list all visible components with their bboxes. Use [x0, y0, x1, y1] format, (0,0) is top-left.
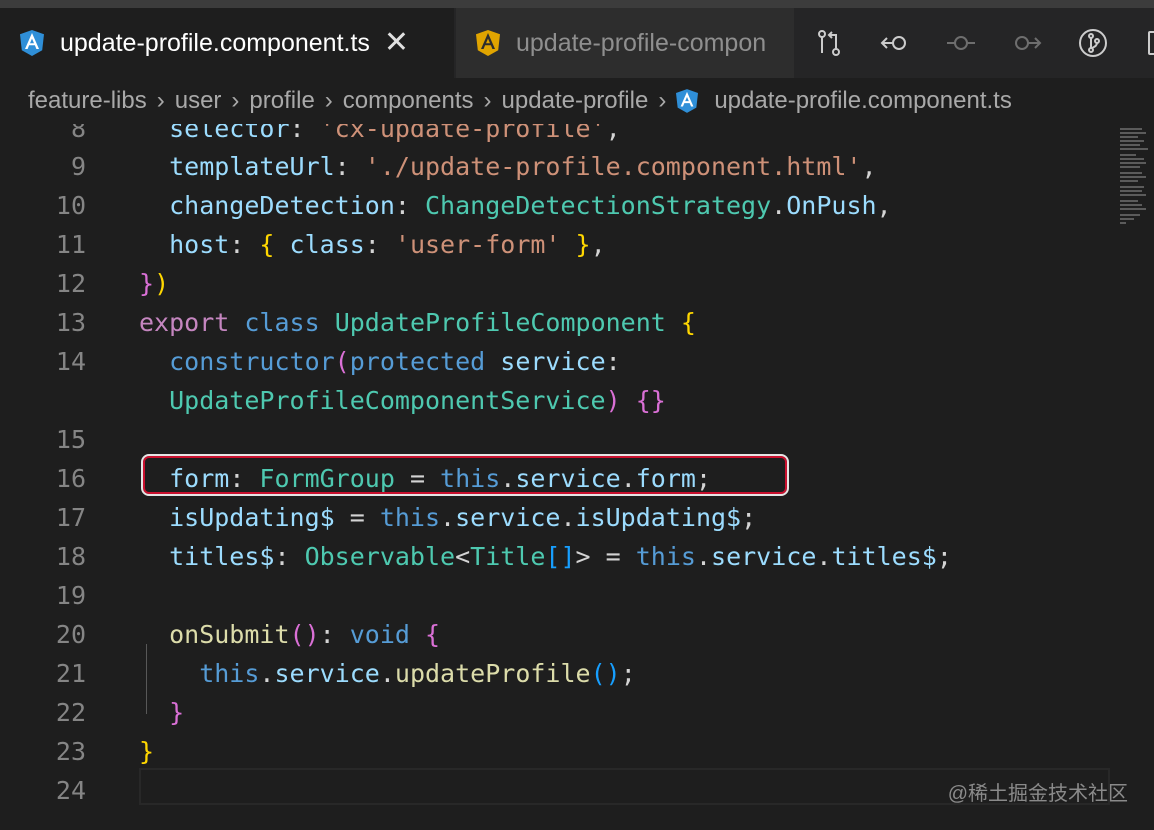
git-graph-icon: [1079, 29, 1107, 57]
code-text: titles$: Observable<Title[]> = this.serv…: [139, 542, 952, 571]
tab-label: update-profile.component.ts: [60, 28, 370, 57]
breadcrumb: feature-libs › user › profile › componen…: [0, 78, 1154, 124]
indent-guide: [146, 644, 147, 714]
annotation-highlight-box: [141, 454, 789, 496]
code-text: changeDetection: ChangeDetectionStrategy…: [139, 191, 892, 220]
code-line: 18 titles$: Observable<Title[]> = this.s…: [0, 537, 1110, 576]
code-line: 23 }: [0, 732, 1110, 771]
line-number: 18: [55, 542, 86, 571]
line-number: 14: [55, 347, 86, 376]
code-line-wrapped: UpdateProfileComponentService) {}: [0, 381, 1110, 420]
line-number: 19: [55, 581, 86, 610]
breadcrumb-item-update-profile[interactable]: update-profile: [502, 87, 649, 115]
code-text: host: { class: 'user-form' },: [139, 230, 606, 259]
code-text: }): [139, 269, 170, 298]
tab-label: update-profile-compon: [516, 28, 767, 57]
chevron-right-icon: ›: [324, 87, 333, 114]
code-text: onSubmit(): void {: [139, 620, 441, 649]
code-line: 20 onSubmit(): void {: [0, 615, 1110, 654]
line-number: 24: [55, 776, 86, 805]
code-line: 22 }: [0, 693, 1110, 732]
split-editor-icon: [1148, 31, 1154, 55]
code-text: isUpdating$ = this.service.isUpdating$;: [139, 503, 757, 532]
line-number: 15: [55, 425, 86, 454]
chevron-right-icon: ›: [483, 87, 492, 114]
line-number: 12: [55, 269, 86, 298]
compare-changes-button[interactable]: [796, 8, 862, 78]
commit-icon: [947, 36, 975, 50]
chevron-right-icon: ›: [156, 87, 165, 114]
tab-update-profile-component-ts[interactable]: update-profile.component.ts ✕: [0, 8, 455, 78]
code-text: constructor(protected service:: [139, 347, 621, 376]
minimap[interactable]: [1110, 124, 1154, 830]
go-back-button[interactable]: [862, 8, 928, 78]
code-line: 10 changeDetection: ChangeDetectionStrat…: [0, 186, 1110, 225]
code-line: 11 host: { class: 'user-form' },: [0, 225, 1110, 264]
code-line: 21 this.service.updateProfile();: [0, 654, 1110, 693]
go-forward-button[interactable]: [994, 8, 1060, 78]
code-line: 9 templateUrl: './update-profile.compone…: [0, 147, 1110, 186]
code-text: this.service.updateProfile();: [139, 659, 636, 688]
go-forward-icon: [1015, 36, 1042, 50]
breadcrumb-item-feature-libs[interactable]: feature-libs: [28, 87, 147, 115]
code-line: 8 selector: 'cx-update-profile',: [0, 124, 1110, 148]
title-bar: [0, 0, 1154, 8]
tab-update-profile-component-html[interactable]: update-profile-compon: [456, 8, 794, 78]
breadcrumb-item-components[interactable]: components: [343, 87, 474, 115]
code-line: 19: [0, 576, 1110, 615]
compare-changes-icon: [818, 30, 840, 56]
code-editor[interactable]: 8 selector: 'cx-update-profile', 9 templ…: [0, 124, 1110, 830]
line-number: 21: [55, 659, 86, 688]
close-icon[interactable]: ✕: [384, 28, 409, 58]
code-line: 13 export class UpdateProfileComponent {: [0, 303, 1110, 342]
breadcrumb-file[interactable]: update-profile.component.ts: [714, 87, 1012, 115]
go-back-icon: [880, 36, 906, 50]
line-number: 10: [55, 191, 86, 220]
code-line: 14 constructor(protected service:: [0, 342, 1110, 381]
watermark: @稀土掘金技术社区: [947, 783, 1128, 805]
split-editor-button[interactable]: [1126, 8, 1154, 78]
code-line: 17 isUpdating$ = this.service.isUpdating…: [0, 498, 1110, 537]
line-number: 20: [55, 620, 86, 649]
angular-icon: [676, 89, 699, 113]
code-line: 12 }): [0, 264, 1110, 303]
line-number: 16: [55, 464, 86, 493]
line-number: 17: [55, 503, 86, 532]
angular-icon: [476, 30, 500, 56]
git-graph-button[interactable]: [1060, 8, 1126, 78]
code-text: export class UpdateProfileComponent {: [139, 308, 696, 337]
code-text: templateUrl: './update-profile.component…: [139, 152, 877, 181]
line-number: 13: [55, 308, 86, 337]
line-number: 23: [55, 737, 86, 766]
line-number: 22: [55, 698, 86, 727]
breadcrumb-item-user[interactable]: user: [175, 87, 222, 115]
code-text: UpdateProfileComponentService) {}: [139, 386, 666, 415]
editor-actions: [796, 8, 1154, 78]
angular-icon: [20, 30, 44, 56]
chevron-right-icon: ›: [658, 87, 667, 114]
commit-button[interactable]: [928, 8, 994, 78]
chevron-right-icon: ›: [231, 87, 240, 114]
breadcrumb-item-profile[interactable]: profile: [249, 87, 314, 115]
tab-bar: update-profile.component.ts ✕ update-pro…: [0, 8, 1154, 78]
line-number: 9: [70, 152, 86, 181]
code-text: selector: 'cx-update-profile',: [139, 124, 621, 143]
line-number: 8: [70, 124, 86, 143]
line-number: 11: [55, 230, 86, 259]
code-text: }: [139, 737, 155, 766]
